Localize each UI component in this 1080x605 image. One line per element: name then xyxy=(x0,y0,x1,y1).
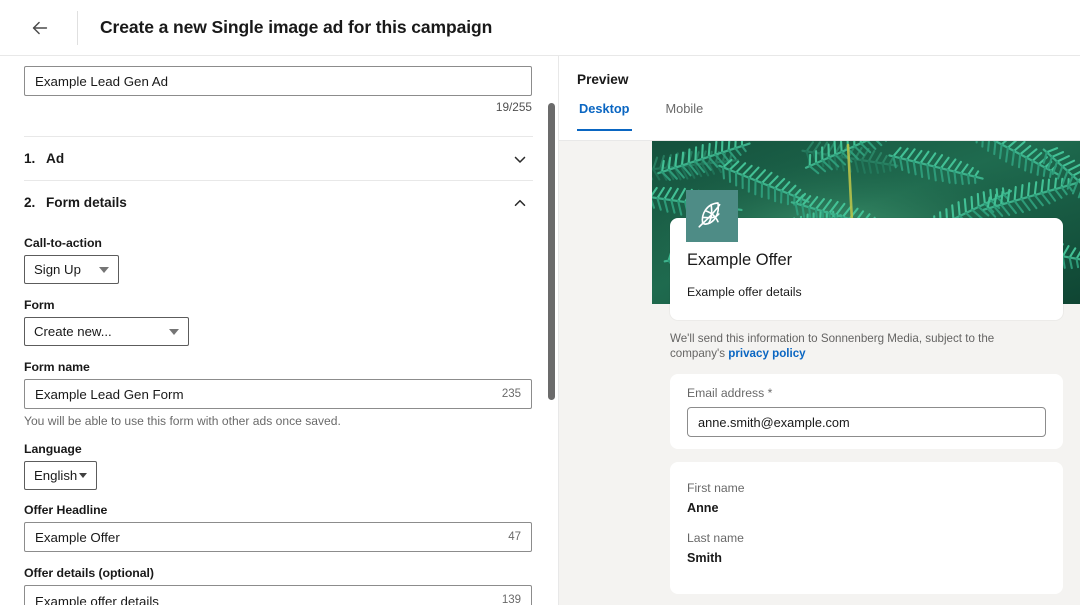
language-select[interactable]: English xyxy=(24,461,97,490)
leaf-logo-icon xyxy=(695,197,729,236)
last-name-value: Smith xyxy=(687,551,722,565)
form-value: Create new... xyxy=(34,324,112,339)
form-name-label: Form name xyxy=(24,360,90,374)
left-panel-scrollbar-track[interactable] xyxy=(548,56,557,605)
preview-email-card: Email address * anne.smith@example.com xyxy=(670,374,1063,449)
form-name-value: Example Lead Gen Form xyxy=(35,386,184,402)
page-header: Create a new Single image ad for this ca… xyxy=(0,0,1080,56)
ad-name-input[interactable]: Example Lead Gen Ad xyxy=(24,66,532,96)
email-field-input[interactable]: anne.smith@example.com xyxy=(687,407,1046,437)
email-field-label: Email address * xyxy=(687,386,773,400)
header-divider xyxy=(77,10,78,45)
privacy-policy-link[interactable]: privacy policy xyxy=(728,347,805,360)
call-to-action-value: Sign Up xyxy=(34,262,81,277)
preview-offer-headline: Example Offer xyxy=(687,251,793,269)
chevron-down-icon xyxy=(99,266,109,273)
call-to-action-label: Call-to-action xyxy=(24,236,102,250)
last-name-label: Last name xyxy=(687,531,744,545)
first-name-label: First name xyxy=(687,481,745,495)
chevron-down-icon[interactable] xyxy=(511,150,529,168)
privacy-disclaimer: We'll send this information to Sonnenber… xyxy=(670,331,1052,361)
offer-headline-value: Example Offer xyxy=(35,529,120,545)
section-title-ad: Ad xyxy=(46,151,65,166)
tab-mobile[interactable]: Mobile xyxy=(664,101,706,131)
preview-offer-details: Example offer details xyxy=(687,285,802,299)
call-to-action-select[interactable]: Sign Up xyxy=(24,255,119,284)
left-panel-scrollbar-thumb[interactable] xyxy=(548,103,555,400)
language-value: English xyxy=(34,468,78,483)
section-header-form-details[interactable]: 2. Form details xyxy=(24,181,533,224)
chevron-down-icon xyxy=(169,328,179,335)
back-button[interactable] xyxy=(20,8,60,48)
email-field-value: anne.smith@example.com xyxy=(698,414,850,430)
preview-canvas: Example Offer Example offer details We'l… xyxy=(559,140,1080,605)
preview-name-card: First name Anne Last name Smith xyxy=(670,462,1063,594)
offer-details-label: Offer details (optional) xyxy=(24,566,154,580)
chevron-up-icon[interactable] xyxy=(511,194,529,212)
offer-headline-counter: 47 xyxy=(508,531,521,543)
offer-details-textarea[interactable]: Example offer details 139 xyxy=(24,585,532,605)
ad-name-counter: 19/255 xyxy=(495,100,532,114)
page-title: Create a new Single image ad for this ca… xyxy=(100,17,493,37)
section-number-1: 1. xyxy=(24,151,36,166)
preview-tabs: Desktop Mobile xyxy=(577,101,1080,131)
arrow-left-icon xyxy=(29,17,51,39)
form-name-counter: 235 xyxy=(501,388,521,400)
form-name-helper: You will be able to use this form with o… xyxy=(24,414,341,428)
section-header-ad[interactable]: 1. Ad xyxy=(24,137,533,180)
preview-panel: Preview Desktop Mobile Example Offer Exa… xyxy=(558,56,1080,605)
preview-heading: Preview xyxy=(577,72,629,87)
advertiser-logo xyxy=(686,190,738,242)
ad-form-panel: Example Lead Gen Ad 19/255 1. Ad 2. Form… xyxy=(0,56,557,605)
offer-details-counter: 139 xyxy=(501,594,521,605)
offer-headline-label: Offer Headline xyxy=(24,503,108,517)
chevron-down-icon xyxy=(79,473,88,478)
lead-gen-card: Example Offer Example offer details xyxy=(670,190,1063,320)
privacy-disclaimer-text: We'll send this information to Sonnenber… xyxy=(670,332,995,360)
offer-details-value: Example offer details xyxy=(35,594,159,605)
section-number-2: 2. xyxy=(24,195,36,210)
form-label: Form xyxy=(24,298,55,312)
tab-desktop[interactable]: Desktop xyxy=(577,101,632,131)
section-title-form-details: Form details xyxy=(46,195,127,210)
offer-headline-input[interactable]: Example Offer 47 xyxy=(24,522,532,552)
language-label: Language xyxy=(24,442,82,456)
form-name-input[interactable]: Example Lead Gen Form 235 xyxy=(24,379,532,409)
form-select[interactable]: Create new... xyxy=(24,317,189,346)
ad-name-value: Example Lead Gen Ad xyxy=(35,73,169,89)
first-name-value: Anne xyxy=(687,501,719,515)
